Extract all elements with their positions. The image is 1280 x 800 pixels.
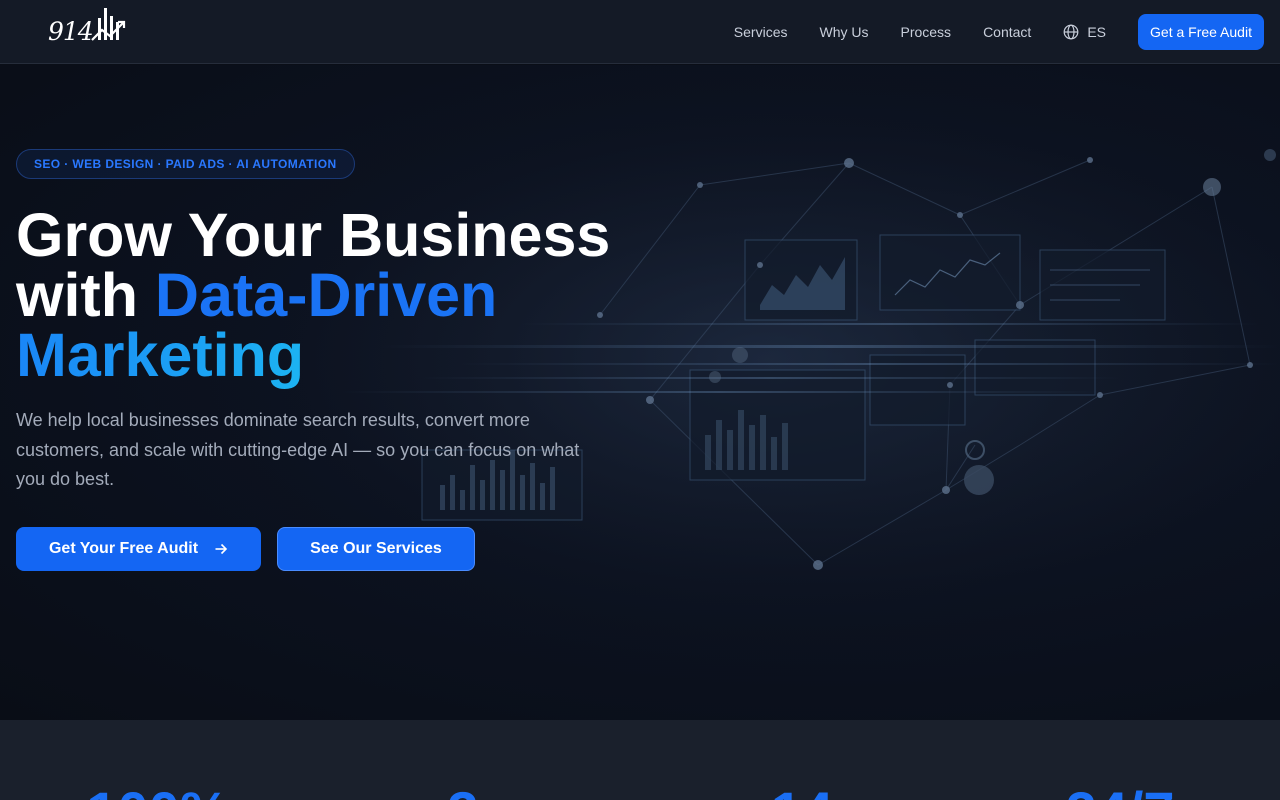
nav-link-process[interactable]: Process (900, 24, 951, 40)
nav-link-why-us[interactable]: Why Us (819, 24, 868, 40)
nav-free-audit-button[interactable]: Get a Free Audit (1138, 14, 1264, 50)
hero-subtext: We help local businesses dominate search… (16, 410, 580, 489)
headline-line-2-plain: with (16, 261, 155, 329)
navbar: 914 Services Why Us Process Contact ES G… (0, 0, 1280, 64)
stat-value-3: 14 (771, 784, 833, 800)
language-toggle[interactable]: ES (1063, 24, 1106, 40)
nav-link-services[interactable]: Services (734, 24, 788, 40)
get-free-audit-label: Get Your Free Audit (48, 540, 199, 557)
headline-accent-data-driven: Data-Driven (154, 261, 498, 329)
get-free-audit-button[interactable]: Get Your Free Audit (16, 527, 261, 571)
nav-link-contact[interactable]: Contact (983, 24, 1031, 40)
stat-value-2: 3 (447, 784, 478, 800)
brand-logo[interactable]: 914 (48, 6, 128, 50)
stats-section: 100% 3 14 24/7 (0, 720, 1280, 800)
nav-links: Services Why Us Process Contact ES (702, 0, 1106, 64)
headline-accent-marketing: Marketing (16, 321, 305, 389)
hero-section: SEO · WEB DESIGN · PAID ADS · AI AUTOMAT… (0, 65, 1280, 720)
growth-chart-icon (91, 8, 126, 41)
stat-value-1: 100% (86, 784, 229, 800)
see-our-services-button[interactable]: See Our Services (277, 527, 475, 571)
stat-value-4: 24/7 (1066, 784, 1175, 800)
globe-icon (1063, 24, 1079, 40)
arrow-right-icon (214, 542, 228, 556)
language-label: ES (1087, 24, 1106, 40)
hero-headline: Grow Your Business with Data-Driven Mark… (16, 205, 610, 386)
services-tag-pill: SEO · WEB DESIGN · PAID ADS · AI AUTOMAT… (16, 149, 355, 179)
headline-line-1: Grow Your Business (16, 201, 611, 269)
